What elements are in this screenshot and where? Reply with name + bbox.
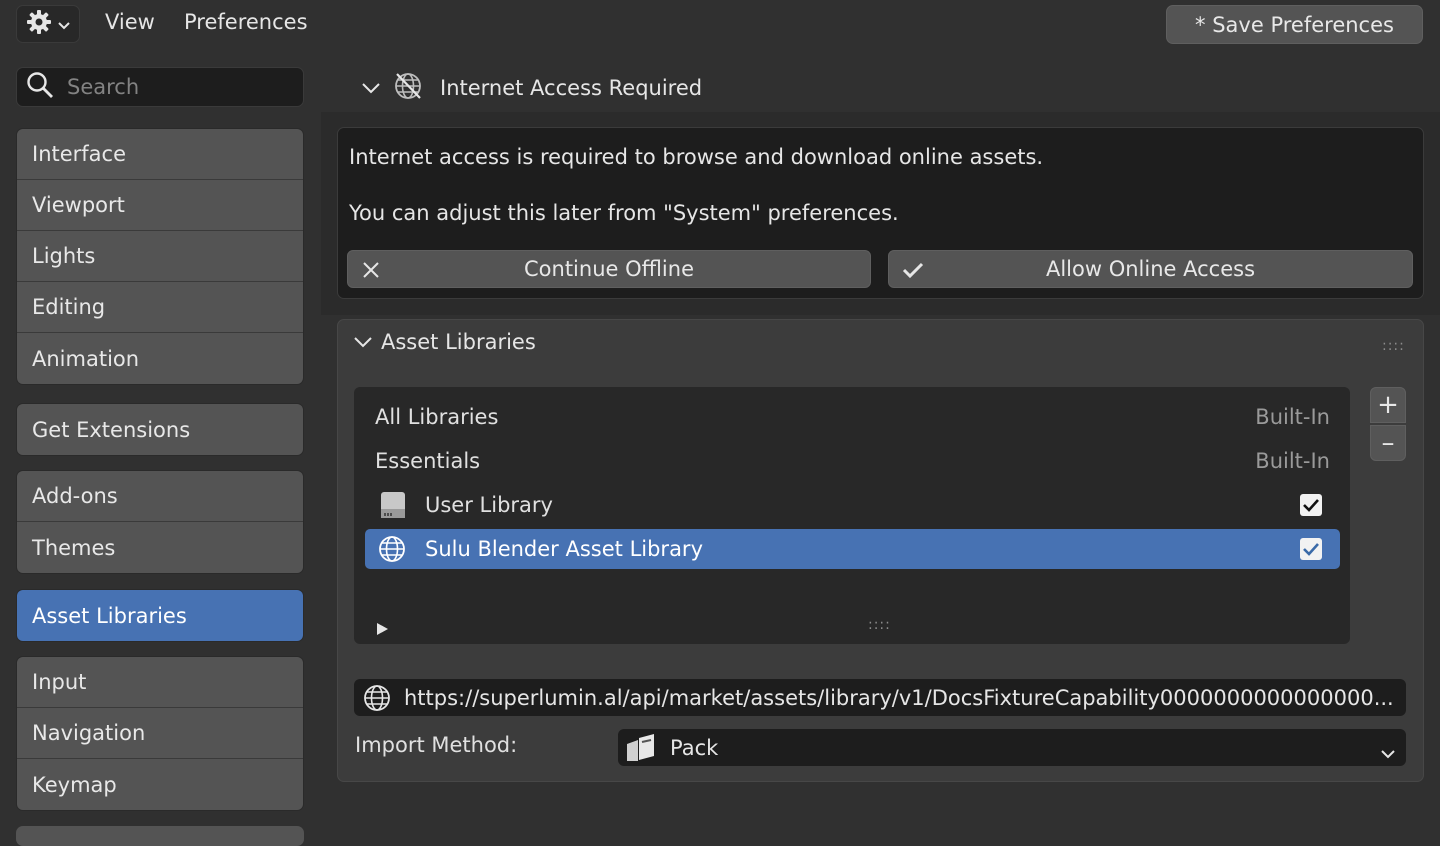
add-library-button[interactable]: + (1370, 387, 1406, 423)
sidebar-item-lights[interactable]: Lights (17, 231, 303, 282)
sidebar-group-addons: Add-ons Themes (16, 470, 304, 574)
sidebar-group-asset-libraries: Asset Libraries (16, 589, 304, 642)
sidebar-item-input[interactable]: Input (17, 657, 303, 708)
allow-online-access-label: Allow Online Access (1045, 257, 1256, 281)
list-item-selected[interactable]: Sulu Blender Asset Library (365, 529, 1340, 569)
continue-offline-button[interactable]: Continue Offline (347, 250, 871, 288)
sidebar-item-viewport[interactable]: Viewport (17, 180, 303, 231)
list-item[interactable]: All Libraries Built-In (365, 397, 1340, 437)
library-name: Essentials (375, 449, 481, 473)
sidebar-item-themes[interactable]: Themes (17, 522, 303, 573)
remove-library-button[interactable]: – (1370, 425, 1406, 461)
import-method-dropdown[interactable]: Pack (618, 729, 1406, 766)
search-input[interactable] (65, 74, 289, 100)
view-menu[interactable]: View (105, 10, 155, 34)
globe-disabled-icon (392, 70, 424, 107)
library-tag: Built-In (1255, 449, 1330, 473)
globe-icon (362, 683, 392, 713)
sidebar-item-navigation[interactable]: Navigation (17, 708, 303, 759)
library-name: Sulu Blender Asset Library (425, 537, 703, 561)
chevron-down-icon (1380, 741, 1396, 765)
internet-access-message: Internet access is required to browse an… (349, 145, 1044, 169)
sidebar-item-editing[interactable]: Editing (17, 282, 303, 333)
sidebar-group-input: Input Navigation Keymap (16, 656, 304, 811)
library-enabled-checkbox[interactable] (1300, 494, 1322, 516)
sidebar-item-interface[interactable]: Interface (17, 129, 303, 180)
sidebar-item-keymap[interactable]: Keymap (17, 759, 303, 810)
list-resize-handle-icon[interactable]: :::: (868, 617, 891, 633)
internet-access-header[interactable]: Internet Access Required (360, 70, 702, 106)
library-enabled-checkbox[interactable] (1300, 538, 1322, 560)
save-preferences-button[interactable]: * Save Preferences (1166, 5, 1423, 44)
library-name: User Library (425, 493, 553, 517)
sidebar-item-get-extensions[interactable]: Get Extensions (17, 404, 303, 455)
checkmark-icon (901, 259, 925, 286)
sidebar-item-animation[interactable]: Animation (17, 333, 303, 384)
allow-online-access-button[interactable]: Allow Online Access (888, 250, 1413, 288)
search-icon (25, 70, 55, 105)
chevron-down-icon (57, 12, 71, 36)
sidebar-item-asset-libraries[interactable]: Asset Libraries (17, 590, 303, 641)
library-name: All Libraries (375, 405, 499, 429)
close-icon (360, 259, 382, 286)
drag-handle-icon[interactable]: :::: (1382, 338, 1405, 354)
gear-icon (25, 8, 53, 41)
search-field[interactable] (16, 67, 304, 107)
internet-access-title: Internet Access Required (440, 76, 703, 100)
list-item[interactable]: Essentials Built-In (365, 441, 1340, 481)
sidebar-group-extensions: Get Extensions (16, 403, 304, 456)
library-url-field[interactable]: https://superlumin.al/api/market/assets/… (354, 679, 1406, 716)
preferences-menu-button[interactable] (16, 5, 80, 43)
chevron-down-icon (360, 76, 382, 100)
sidebar-item-addons[interactable]: Add-ons (17, 471, 303, 522)
sidebar-group-general: Interface Viewport Lights Editing Animat… (16, 128, 304, 385)
drive-icon (380, 490, 410, 520)
globe-icon (377, 533, 409, 565)
library-url-text: https://superlumin.al/api/market/assets/… (404, 685, 1394, 710)
preferences-menu[interactable]: Preferences (184, 10, 308, 34)
import-method-value: Pack (670, 735, 719, 760)
asset-libraries-header[interactable]: Asset Libraries (353, 330, 536, 354)
asset-libraries-title: Asset Libraries (381, 330, 536, 354)
list-item[interactable]: User Library (365, 485, 1340, 525)
continue-offline-label: Continue Offline (524, 257, 694, 281)
internet-access-hint: You can adjust this later from "System" … (349, 201, 899, 225)
sidebar-group-partial[interactable] (16, 826, 304, 846)
import-method-label: Import Method: (355, 733, 518, 757)
chevron-down-icon (353, 330, 373, 354)
library-tag: Built-In (1255, 405, 1330, 429)
pack-icon (624, 732, 658, 764)
expand-triangle-icon[interactable] (376, 617, 390, 641)
